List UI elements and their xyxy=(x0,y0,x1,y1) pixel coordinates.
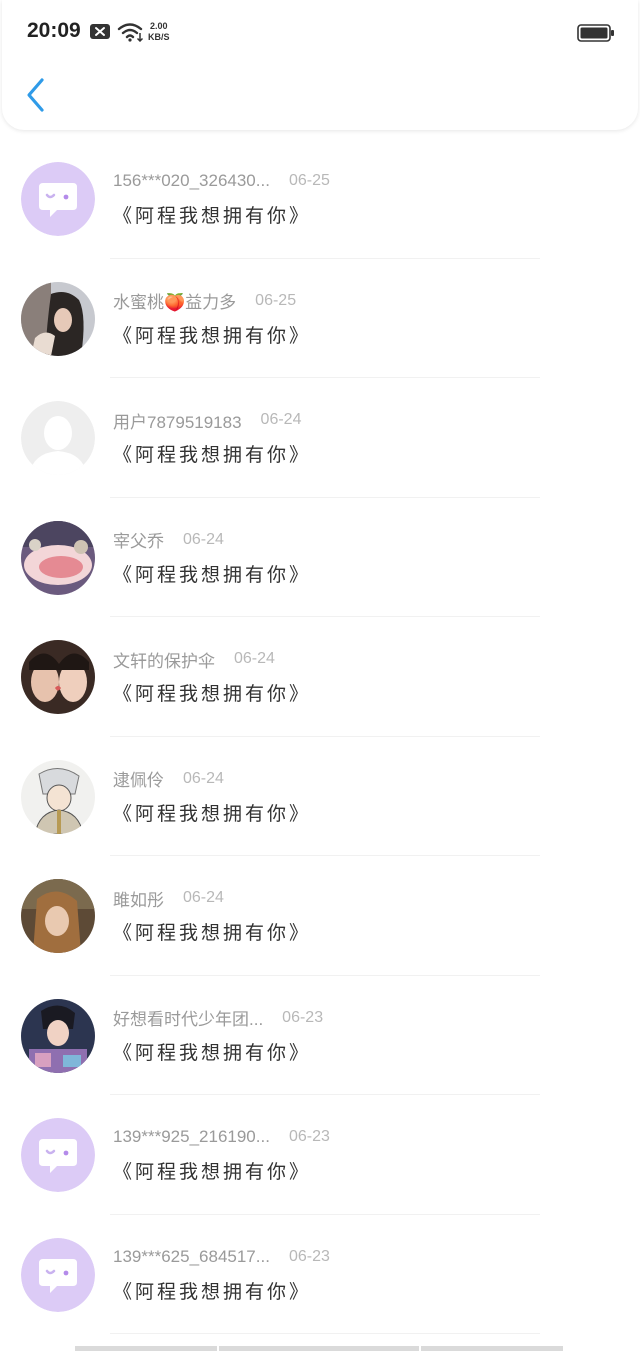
photo-avatar[interactable] xyxy=(21,998,95,1073)
name-line: 用户7879519183 06-24 xyxy=(113,408,301,432)
name-line: 139***625_684517... 06-23 xyxy=(113,1245,330,1269)
default-chat-avatar[interactable] xyxy=(21,1118,95,1192)
status-time: 20:09 xyxy=(27,19,81,42)
battery-icon xyxy=(577,24,615,42)
message-date: 06-25 xyxy=(288,172,330,189)
chevron-left-icon xyxy=(27,78,44,112)
message-date: 06-24 xyxy=(234,650,275,667)
name-line: 宰父乔 06-24 xyxy=(113,528,224,552)
message-date: 06-23 xyxy=(282,1008,324,1026)
wifi-icon xyxy=(117,22,145,43)
top-bar: 20:09 2.00 KB/S xyxy=(2,0,638,130)
scroll-segment xyxy=(75,1346,217,1351)
message-date: 06-24 xyxy=(183,889,224,906)
list-item[interactable]: 雎如彤 06-24 《阿程我想拥有你》 xyxy=(0,856,640,976)
notification-icon xyxy=(90,24,110,40)
list-item[interactable]: 139***925_216190... 06-23 《阿程我想拥有你》 xyxy=(0,1095,640,1215)
list-item[interactable]: 好想看时代少年团... 06-23 《阿程我想拥有你》 xyxy=(0,976,640,1095)
message-preview: 《阿程我想拥有你》 xyxy=(113,802,312,825)
list-item[interactable]: 139***625_684517... 06-23 《阿程我想拥有你》 xyxy=(0,1215,640,1334)
list-item[interactable]: 水蜜桃🍑益力多 06-25 《阿程我想拥有你》 xyxy=(0,259,640,378)
photo-avatar[interactable] xyxy=(21,879,95,953)
list-item[interactable]: 156***020_326430... 06-25 《阿程我想拥有你》 xyxy=(0,139,640,259)
default-chat-avatar[interactable] xyxy=(21,1237,95,1312)
message-preview: 《阿程我想拥有你》 xyxy=(113,1041,312,1064)
list-item[interactable]: 宰父乔 06-24 《阿程我想拥有你》 xyxy=(0,498,640,617)
name-line: 文轩的保护伞 06-24 xyxy=(113,647,275,671)
list-item[interactable]: 用户7879519183 06-24 《阿程我想拥有你》 xyxy=(0,378,640,498)
scroll-segment xyxy=(421,1346,563,1351)
name-line: 逮佩伶 06-24 xyxy=(113,767,224,791)
list-item[interactable]: 文轩的保护伞 06-24 《阿程我想拥有你》 xyxy=(0,617,640,737)
contact-name: 逮佩伶 xyxy=(113,771,164,790)
default-chat-avatar[interactable] xyxy=(21,162,95,236)
message-preview: 《阿程我想拥有你》 xyxy=(113,205,312,227)
name-line: 水蜜桃🍑益力多 06-25 xyxy=(113,289,296,313)
name-line: 好想看时代少年团... 06-23 xyxy=(113,1006,323,1030)
network-speed-unit: KB/S xyxy=(148,32,170,42)
contact-name: 雎如彤 xyxy=(113,890,164,910)
contact-name: 139***625_684517... xyxy=(113,1246,270,1266)
message-preview: 《阿程我想拥有你》 xyxy=(113,444,312,466)
divider xyxy=(110,1333,540,1334)
contact-name: 用户7879519183 xyxy=(113,412,242,432)
bottom-scroll-indicator xyxy=(75,1346,565,1351)
message-preview: 《阿程我想拥有你》 xyxy=(113,563,312,586)
message-date: 06-24 xyxy=(183,530,224,548)
message-preview: 《阿程我想拥有你》 xyxy=(113,922,312,944)
photo-avatar[interactable] xyxy=(21,640,95,714)
message-list: 156***020_326430... 06-25 《阿程我想拥有你》 水蜜桃🍑… xyxy=(0,139,640,1334)
network-speed: 2.00 KB/S xyxy=(148,21,170,43)
name-line: 139***925_216190... 06-23 xyxy=(113,1125,330,1149)
list-item[interactable]: 逮佩伶 06-24 《阿程我想拥有你》 xyxy=(0,737,640,856)
network-speed-value: 2.00 xyxy=(149,21,168,31)
contact-name: 水蜜桃🍑益力多 xyxy=(113,293,237,312)
message-preview: 《阿程我想拥有你》 xyxy=(113,683,312,705)
name-line: 156***020_326430... 06-25 xyxy=(113,169,330,193)
photo-avatar[interactable] xyxy=(21,281,95,356)
contact-name: 文轩的保护伞 xyxy=(113,651,215,671)
scroll-segment xyxy=(219,1346,419,1351)
message-preview: 《阿程我想拥有你》 xyxy=(113,324,312,347)
message-date: 06-23 xyxy=(288,1247,330,1265)
contact-name: 好想看时代少年团... xyxy=(113,1010,264,1029)
message-date: 06-24 xyxy=(260,411,302,428)
contact-name: 宰父乔 xyxy=(113,532,164,551)
message-preview: 《阿程我想拥有你》 xyxy=(113,1161,312,1183)
status-bar: 20:09 2.00 KB/S xyxy=(2,0,638,66)
contact-name: 156***020_326430... xyxy=(113,171,270,190)
contact-name: 139***925_216190... xyxy=(113,1127,270,1146)
message-date: 06-24 xyxy=(183,769,224,787)
photo-avatar[interactable] xyxy=(21,759,95,834)
message-date: 06-23 xyxy=(288,1128,330,1145)
page: 20:09 2.00 KB/S 156***020_326430... 06-2… xyxy=(0,0,640,1351)
message-preview: 《阿程我想拥有你》 xyxy=(113,1280,312,1303)
back-button[interactable] xyxy=(22,76,52,114)
blank-user-avatar[interactable] xyxy=(21,401,95,475)
photo-avatar[interactable] xyxy=(21,520,95,595)
message-date: 06-25 xyxy=(255,291,297,309)
name-line: 雎如彤 06-24 xyxy=(113,886,224,910)
